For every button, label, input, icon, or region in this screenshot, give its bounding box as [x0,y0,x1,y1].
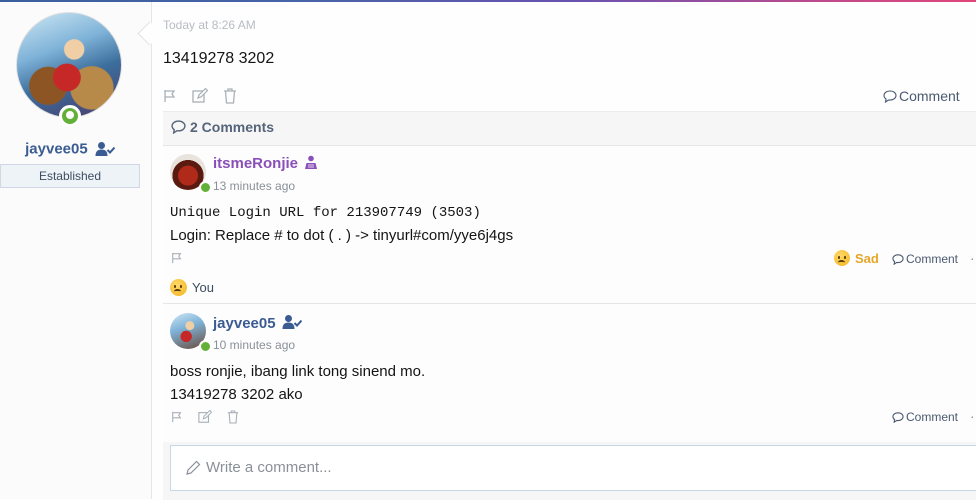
comment-bubble-icon [892,411,904,423]
comment-timestamp[interactable]: 10 minutes ago [213,338,295,352]
delete-trash-icon[interactable] [223,88,237,104]
comment-bubble-icon [892,253,904,265]
comment-author-name[interactable]: itsmeRonjie [213,155,298,172]
comment-text-line: Unique Login URL for 213907749 (3503) [170,205,481,221]
reactions-summary[interactable]: You [170,279,214,296]
write-comment-box[interactable] [170,445,976,491]
report-flag-icon[interactable] [163,89,177,103]
reaction-label[interactable]: Sad [855,251,879,266]
post-comment-button[interactable]: Comment [883,88,960,104]
comment-timestamp[interactable]: 13 minutes ago [213,179,295,193]
username-text[interactable]: jayvee05 [25,141,88,158]
staff-badge-icon [305,155,318,169]
avatar[interactable] [16,12,122,118]
online-status-icon [199,181,212,194]
comments-count-toggle[interactable]: 2 Comments [171,119,274,135]
more-options-icon[interactable]: · [970,408,975,424]
comments-count-label[interactable]: 2 Comments [190,119,274,135]
post-timestamp[interactable]: Today at 8:26 AM [163,18,256,32]
user-title-badge: Established [0,164,140,188]
online-status-icon [199,340,212,353]
online-status-icon [59,105,81,127]
report-flag-icon[interactable] [171,252,183,264]
sad-face-icon [834,250,850,266]
comment-text-line: boss ronjie, ibang link tong sinend mo. [170,363,426,380]
verified-user-icon [282,315,302,329]
post-body-text: 13419278 3202 [163,50,275,67]
reply-comment-button[interactable]: Comment [892,410,958,424]
comment-text-line: Login: Replace # to dot ( . ) -> tinyurl… [170,227,514,244]
pencil-icon [186,460,201,475]
reply-comment-label[interactable]: Comment [906,410,958,424]
reply-comment-label[interactable]: Comment [906,252,958,266]
comment-author-name[interactable]: jayvee05 [213,315,276,332]
reply-comment-button[interactable]: Comment [892,252,958,266]
comment-author[interactable]: jayvee05 [213,314,302,332]
reaction-sad-button[interactable]: Sad [834,250,879,266]
comment-author[interactable]: itsmeRonjie [213,155,318,172]
comment-text-line: 13419278 3202 ako [170,386,303,403]
verified-user-icon [95,142,115,157]
report-flag-icon[interactable] [171,411,183,423]
comment-bubble-icon [883,89,897,103]
delete-trash-icon[interactable] [227,410,239,424]
comments-bubble-icon [171,120,186,134]
edit-icon[interactable] [198,410,212,424]
comment-input[interactable] [206,459,906,476]
more-options-icon[interactable]: · [970,250,975,266]
sidebar-username[interactable]: jayvee05 [0,140,140,158]
edit-icon[interactable] [192,88,208,104]
post-comment-label[interactable]: Comment [899,88,960,104]
sad-face-icon [170,279,187,296]
reacted-by-label[interactable]: You [192,280,214,295]
